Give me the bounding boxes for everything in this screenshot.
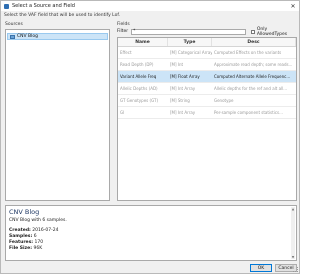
grid-header: Name Type Desc — [118, 38, 296, 47]
table-row[interactable]: Allelic Depths (AD) [M] Int Array Alleli… — [118, 83, 296, 95]
close-icon[interactable]: ✕ — [287, 1, 299, 11]
only-allowed-types-label: Only AllowedTypes — [256, 26, 288, 37]
cell-desc: Genotype — [214, 98, 234, 103]
info-scrollbar[interactable]: ▲ ▼ — [291, 207, 295, 259]
cell-desc: Allelic depths for the ref and alt all..… — [214, 86, 288, 91]
info-features-value: 170 — [34, 240, 44, 245]
sources-label: Sources — [5, 22, 23, 27]
table-row-selected[interactable]: Variant Allele Freq [M] Float Array Comp… — [118, 71, 296, 83]
cell-name: Effect — [120, 50, 132, 55]
info-created-value: 2016-07-24 — [32, 228, 59, 233]
info-features: Features: 170 — [9, 240, 43, 245]
info-filesize: File Size: 96K — [9, 246, 42, 251]
cell-type: [M] Int Array — [170, 110, 196, 115]
info-created-label: Created: — [9, 228, 31, 233]
cell-type: [M] Int — [170, 62, 184, 67]
column-header-desc[interactable]: Desc — [212, 38, 296, 46]
cell-type: [M] Int Array — [170, 86, 196, 91]
info-samples-value: 6 — [33, 234, 37, 239]
cell-desc: Per-sample component statistics... — [214, 110, 283, 115]
cell-type: [M] Categorical Array — [170, 50, 212, 55]
cell-name: Allelic Depths (AD) — [120, 86, 158, 91]
only-allowed-types-checkbox[interactable] — [250, 29, 255, 34]
cell-desc: Computed Effects on the variants — [214, 50, 282, 55]
cell-name: Read Depth (DP) — [120, 62, 154, 67]
table-row[interactable]: Effect [M] Categorical Array Computed Ef… — [118, 47, 296, 59]
source-item-cnv-blog[interactable]: CNV Blog — [7, 33, 108, 40]
filter-row: Filter * Only AllowedTypes — [117, 26, 297, 37]
select-source-dialog: Select a Source and Field ✕ Select the V… — [0, 0, 300, 274]
resize-grip-icon[interactable] — [293, 267, 298, 272]
cell-type: [M] String — [170, 98, 190, 103]
database-icon — [10, 34, 15, 39]
info-samples: Samples: 6 — [9, 234, 37, 239]
info-filesize-value: 96K — [33, 246, 43, 251]
cell-name: GT Genotypes (GT) — [120, 98, 159, 103]
table-row[interactable]: GI [M] Int Array Per-sample component st… — [118, 107, 296, 119]
info-title: CNV Blog — [9, 208, 40, 216]
ok-button[interactable]: OK — [250, 264, 272, 272]
cell-name: GI — [120, 110, 125, 115]
info-features-label: Features: — [9, 240, 34, 245]
column-header-type[interactable]: Type — [168, 38, 212, 46]
filter-input[interactable]: * — [131, 28, 246, 35]
cell-desc: Computed Alternate Allele Frequenc... — [214, 74, 291, 79]
scroll-up-icon[interactable]: ▲ — [291, 207, 295, 211]
sources-list[interactable]: CNV Blog — [5, 29, 110, 201]
column-header-name[interactable]: Name — [118, 38, 168, 46]
source-item-label: CNV Blog — [17, 34, 38, 39]
cell-name: Variant Allele Freq — [120, 74, 157, 79]
info-description: CNV Blog with 6 samples. — [9, 218, 67, 223]
info-samples-label: Samples: — [9, 234, 33, 239]
app-icon — [4, 3, 9, 9]
instruction-text: Select the VAF field that will be used t… — [4, 13, 121, 18]
cell-type: [M] Float Array — [170, 74, 200, 79]
filter-label: Filter — [117, 29, 129, 34]
scroll-down-icon[interactable]: ▼ — [291, 255, 295, 259]
fields-grid: Name Type Desc Effect [M] Categorical Ar… — [117, 37, 297, 201]
info-created: Created: 2016-07-24 — [9, 228, 58, 233]
info-filesize-label: File Size: — [9, 246, 33, 251]
cell-desc: Approximate read depth; some reads... — [214, 62, 293, 67]
source-info-panel: CNV Blog CNV Blog with 6 samples. Create… — [5, 205, 297, 261]
table-row[interactable]: Read Depth (DP) [M] Int Approximate read… — [118, 59, 296, 71]
table-row[interactable]: GT Genotypes (GT) [M] String Genotype — [118, 95, 296, 107]
fields-label: Fields — [117, 22, 130, 27]
window-title: Select a Source and Field — [12, 3, 75, 9]
title-bar: Select a Source and Field ✕ — [1, 1, 299, 11]
